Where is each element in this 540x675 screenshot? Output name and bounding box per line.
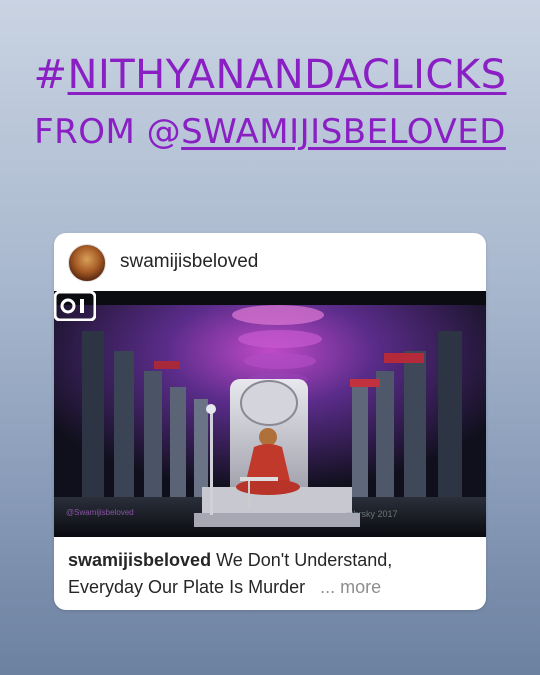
shared-post-card[interactable]: swamijisbeloved @Swamijisbeloved nthrsky… (54, 233, 486, 610)
watermark-left: @Swamijisbeloved (66, 508, 134, 517)
igtv-icon[interactable] (54, 291, 96, 321)
hashtag-link[interactable]: NITHYANANDACLICKS (68, 52, 507, 98)
watermark-right: nthrsky 2017 (346, 509, 398, 519)
post-username[interactable]: swamijisbeloved (120, 251, 258, 273)
mention-link[interactable]: SWAMIJISBELOVED (181, 112, 506, 152)
post-header: swamijisbeloved (54, 233, 486, 291)
more-link[interactable]: ... more (320, 577, 381, 597)
story-headline-hashtag: #NITHYANANDACLICKS (0, 52, 540, 98)
post-caption: swamijisbeloved We Don't Understand, Eve… (68, 547, 472, 601)
avatar[interactable] (68, 244, 106, 282)
from-prefix: FROM @ (34, 112, 182, 152)
temple-scene-image (54, 291, 486, 537)
caption-username[interactable]: swamijisbeloved (68, 550, 211, 570)
hash-symbol: # (33, 52, 68, 98)
story-headline-source: FROM @SWAMIJISBELOVED (0, 112, 540, 152)
post-media[interactable]: @Swamijisbeloved nthrsky 2017 (54, 291, 486, 537)
